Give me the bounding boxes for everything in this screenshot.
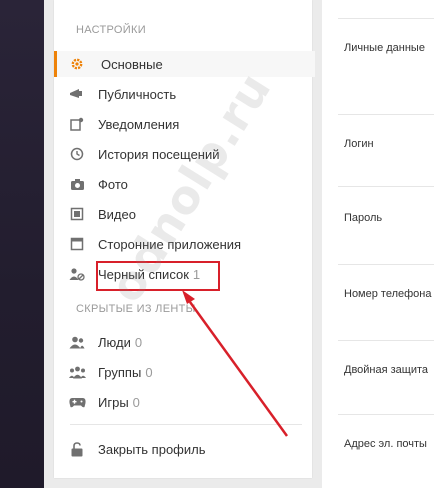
pointer-arrow — [182, 290, 289, 437]
